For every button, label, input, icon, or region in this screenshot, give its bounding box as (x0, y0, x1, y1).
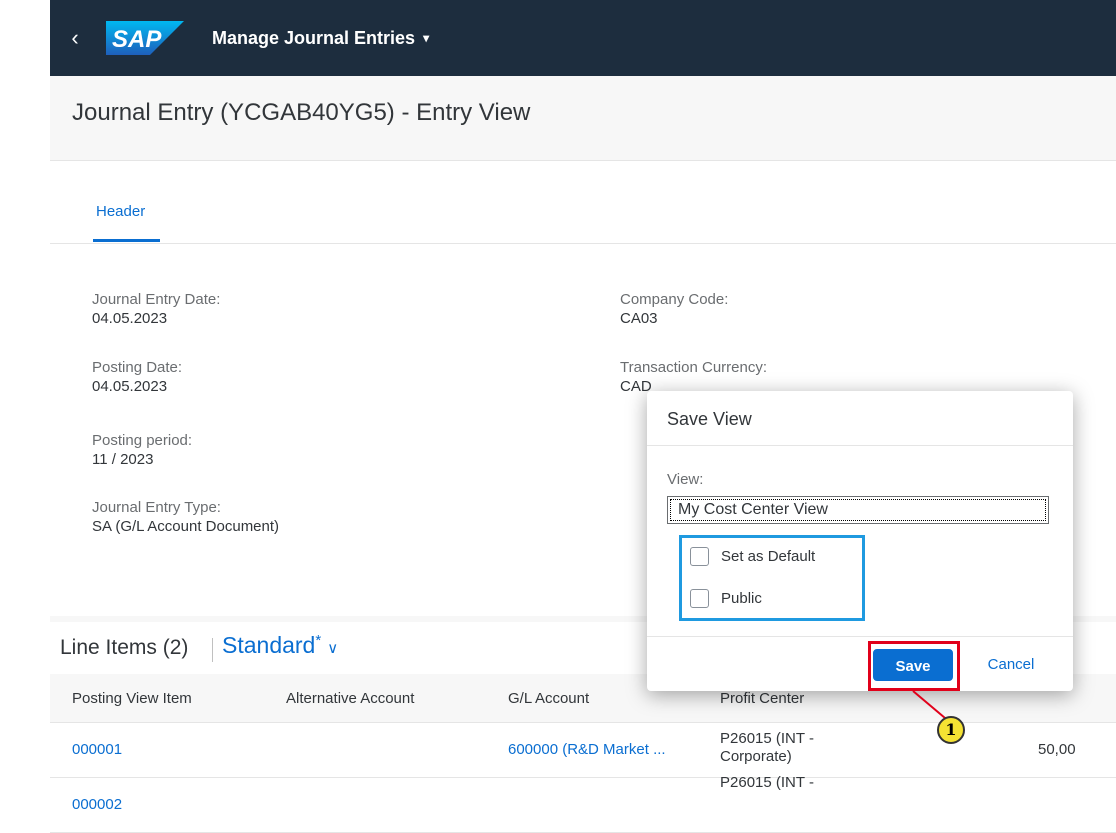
cancel-button[interactable]: Cancel (969, 649, 1053, 681)
checkbox-highlight-box: Set as Default Public (679, 535, 865, 621)
dialog-body: View: Set as Default Public (647, 446, 1073, 636)
dialog-title: Save View (667, 409, 752, 429)
step-callout-badge: 1 (937, 716, 965, 744)
save-view-dialog: Save View View: Set as Default Public Sa… (647, 391, 1073, 691)
dialog-footer: Save Cancel (647, 636, 1073, 692)
caret-down-icon: ▾ (423, 31, 430, 45)
left-gutter (0, 0, 50, 797)
checkbox-label: Set as Default (721, 548, 816, 565)
svg-text:SAP: SAP (112, 26, 162, 53)
dialog-header: Save View (647, 391, 1073, 446)
view-name-input[interactable] (667, 496, 1049, 524)
checkbox-label: Public (721, 590, 762, 607)
chevron-left-icon: ‹ (71, 25, 79, 50)
sap-logo-graphic: SAP (106, 21, 184, 55)
save-button[interactable]: Save (873, 649, 953, 681)
public-checkbox[interactable]: Public (690, 589, 762, 608)
shell-bar: ‹ SAP Manage Journal Entries ▾ (50, 0, 1116, 76)
view-name-label: View: (667, 471, 704, 488)
back-button[interactable]: ‹ (50, 0, 100, 76)
app-title: Manage Journal Entries (212, 27, 416, 48)
checkbox-box[interactable] (690, 589, 709, 608)
sap-logo[interactable]: SAP (106, 21, 184, 55)
checkbox-box[interactable] (690, 547, 709, 566)
app-title-menu[interactable]: Manage Journal Entries ▾ (212, 28, 429, 49)
set-as-default-checkbox[interactable]: Set as Default (690, 547, 815, 566)
posting-view-item-link[interactable]: 000002 (72, 796, 122, 813)
